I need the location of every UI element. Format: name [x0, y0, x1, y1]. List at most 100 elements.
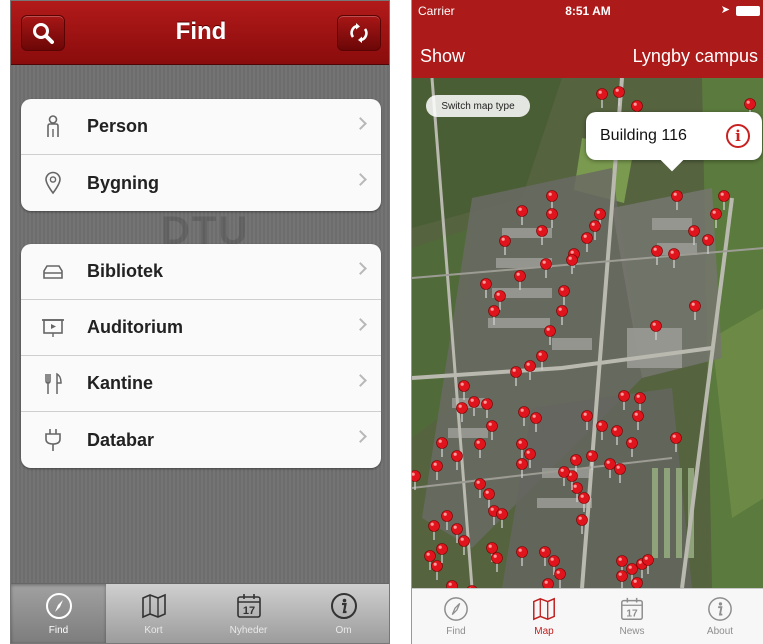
map-pin[interactable]: [486, 542, 498, 554]
map-pin[interactable]: [631, 577, 643, 589]
map-pin[interactable]: [570, 454, 582, 466]
find-item-databar[interactable]: Databar: [21, 412, 381, 468]
info-icon[interactable]: i: [726, 124, 750, 148]
map-pin[interactable]: [650, 320, 662, 332]
map-pin[interactable]: [516, 546, 528, 558]
map-pin[interactable]: [486, 420, 498, 432]
map-pin[interactable]: [424, 550, 436, 562]
map-pin[interactable]: [474, 478, 486, 490]
map-pin[interactable]: [618, 390, 630, 402]
map-pin[interactable]: [441, 510, 453, 522]
find-item-bygning[interactable]: Bygning: [21, 155, 381, 211]
campus-selector[interactable]: Lyngby campus: [633, 46, 758, 67]
map-pin[interactable]: [496, 508, 508, 520]
map-pin[interactable]: [488, 305, 500, 317]
switch-map-type-button[interactable]: Switch map type: [426, 95, 530, 117]
map-pin[interactable]: [596, 420, 608, 432]
map-pin[interactable]: [616, 555, 628, 567]
map-pin[interactable]: [671, 190, 683, 202]
map-pin[interactable]: [710, 208, 722, 220]
refresh-button[interactable]: [337, 15, 381, 51]
map-pin[interactable]: [468, 396, 480, 408]
map-pin[interactable]: [558, 466, 570, 478]
map-pin[interactable]: [632, 410, 644, 422]
map-pin[interactable]: [494, 290, 506, 302]
map-pin[interactable]: [491, 552, 503, 564]
map-pin[interactable]: [458, 535, 470, 547]
map-pin[interactable]: [744, 98, 756, 110]
tab-om[interactable]: Om: [296, 584, 389, 643]
map-pin[interactable]: [540, 258, 552, 270]
map-pin[interactable]: [428, 520, 440, 532]
map-pin[interactable]: [613, 86, 625, 98]
map-pin[interactable]: [596, 88, 608, 100]
map-pin[interactable]: [556, 305, 568, 317]
map-pin[interactable]: [616, 570, 628, 582]
map-pin[interactable]: [571, 482, 583, 494]
map-pin[interactable]: [689, 300, 701, 312]
tab-find[interactable]: Find: [11, 584, 106, 643]
map-pin[interactable]: [651, 245, 663, 257]
find-item-kantine[interactable]: Kantine: [21, 356, 381, 412]
map-pin[interactable]: [474, 438, 486, 450]
map-pin[interactable]: [456, 402, 468, 414]
map-pin[interactable]: [594, 208, 606, 220]
map-pin[interactable]: [518, 406, 530, 418]
tab-find[interactable]: Find: [412, 589, 500, 644]
map-pin[interactable]: [554, 568, 566, 580]
map-pin[interactable]: [436, 437, 448, 449]
tab-news[interactable]: 17 News: [588, 589, 676, 644]
map-pin[interactable]: [634, 392, 646, 404]
map-pin[interactable]: [576, 514, 588, 526]
map-pin[interactable]: [412, 470, 421, 482]
map-pin[interactable]: [431, 460, 443, 472]
map-pin[interactable]: [530, 412, 542, 424]
map-pin[interactable]: [548, 555, 560, 567]
find-item-person[interactable]: Person: [21, 99, 381, 155]
map-pin[interactable]: [702, 234, 714, 246]
map-pin[interactable]: [436, 543, 448, 555]
map-pin[interactable]: [431, 560, 443, 572]
map-pin[interactable]: [542, 578, 554, 589]
map-pin[interactable]: [566, 254, 578, 266]
map-pin[interactable]: [524, 448, 536, 460]
map-pin[interactable]: [626, 437, 638, 449]
map-pin[interactable]: [604, 458, 616, 470]
map-pin[interactable]: [451, 450, 463, 462]
map-pin[interactable]: [516, 205, 528, 217]
map-pin[interactable]: [539, 546, 551, 558]
map-pin[interactable]: [578, 492, 590, 504]
map-pin[interactable]: [499, 235, 511, 247]
find-item-bibliotek[interactable]: Bibliotek: [21, 244, 381, 300]
map-pin[interactable]: [611, 425, 623, 437]
map-pin[interactable]: [510, 366, 522, 378]
map-pin[interactable]: [668, 248, 680, 260]
map-pin[interactable]: [536, 225, 548, 237]
campus-map[interactable]: Switch map type Building 116 i: [412, 78, 763, 588]
map-pin[interactable]: [718, 190, 730, 202]
map-pin[interactable]: [558, 285, 570, 297]
map-pin[interactable]: [546, 190, 558, 202]
map-pin[interactable]: [458, 380, 470, 392]
map-pin[interactable]: [581, 232, 593, 244]
find-item-auditorium[interactable]: Auditorium: [21, 300, 381, 356]
show-button[interactable]: Show: [420, 46, 465, 67]
building-callout[interactable]: Building 116 i: [586, 112, 762, 172]
map-pin[interactable]: [589, 220, 601, 232]
map-pin[interactable]: [480, 278, 492, 290]
map-pin[interactable]: [451, 523, 463, 535]
map-pin[interactable]: [483, 488, 495, 500]
tab-kort[interactable]: Kort: [106, 584, 201, 643]
map-pin[interactable]: [614, 463, 626, 475]
tab-about[interactable]: About: [676, 589, 763, 644]
tab-map[interactable]: Map: [500, 589, 588, 644]
map-pin[interactable]: [631, 100, 643, 112]
map-pin[interactable]: [670, 432, 682, 444]
map-pin[interactable]: [516, 438, 528, 450]
map-pin[interactable]: [626, 563, 638, 575]
map-pin[interactable]: [581, 410, 593, 422]
tab-nyheder[interactable]: 17 Nyheder: [201, 584, 296, 643]
map-pin[interactable]: [544, 325, 556, 337]
map-pin[interactable]: [516, 458, 528, 470]
map-pin[interactable]: [524, 360, 536, 372]
